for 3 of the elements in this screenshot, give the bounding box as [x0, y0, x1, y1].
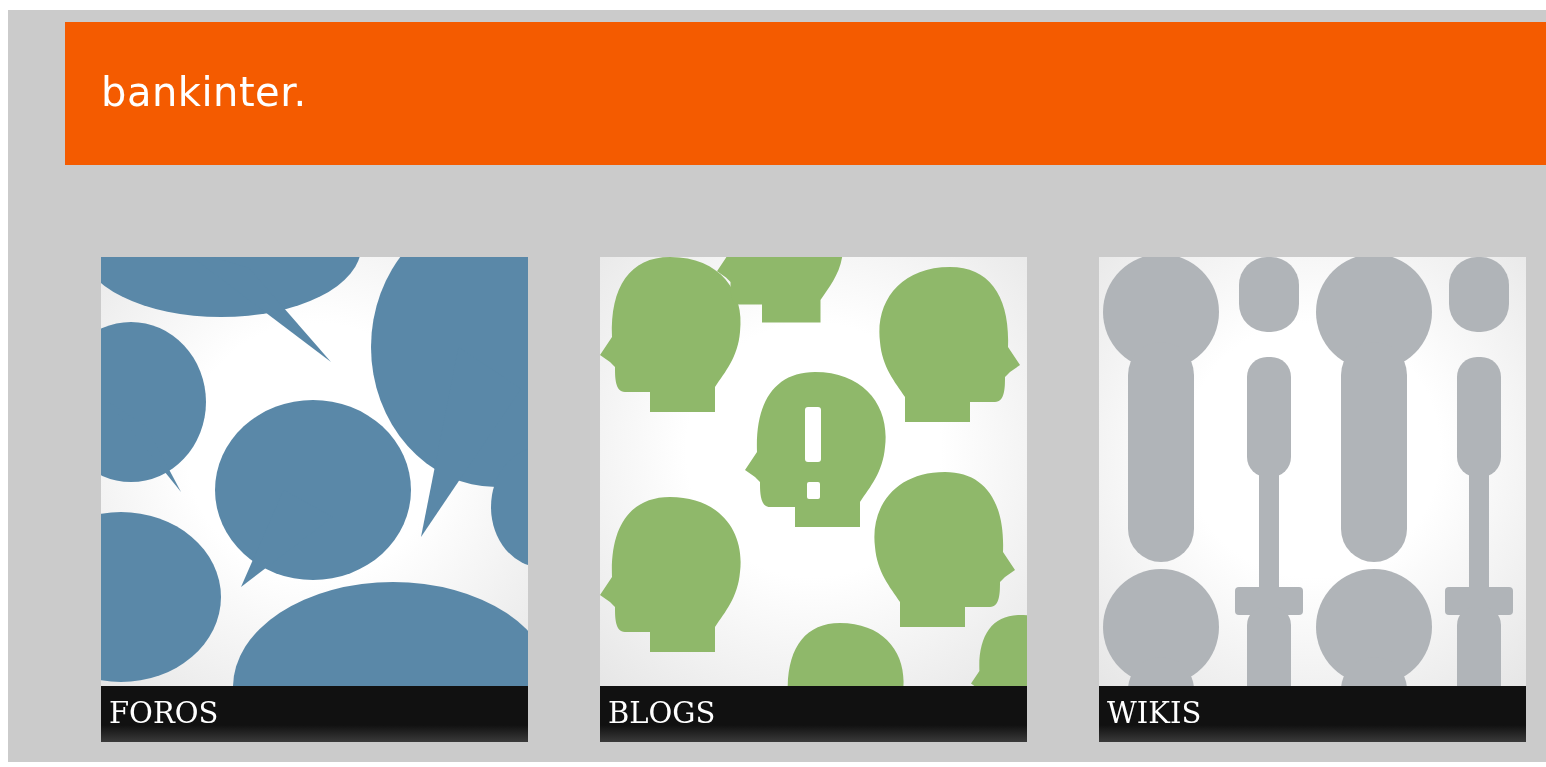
tile-caption[interactable]: WIKIS	[1099, 686, 1526, 742]
tile-caption[interactable]: FOROS	[101, 686, 528, 742]
tile-caption[interactable]: BLOGS	[600, 686, 1027, 742]
